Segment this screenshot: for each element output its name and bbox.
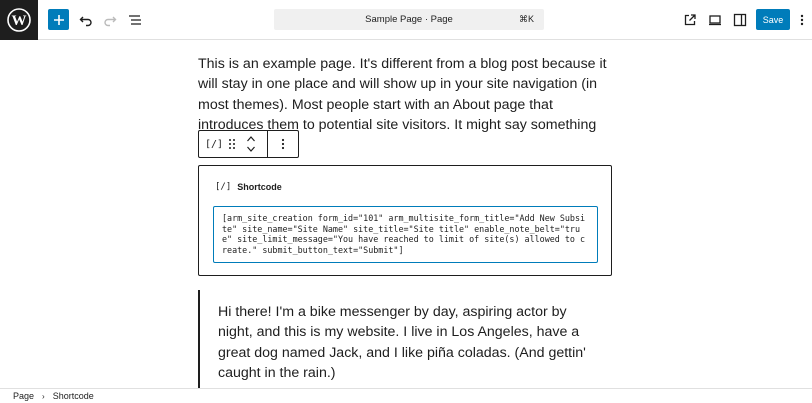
quote-text[interactable]: Hi there! I'm a bike messenger by day, a… <box>218 302 588 383</box>
shortcode-block[interactable]: [/] Shortcode [arm_site_creation form_id… <box>198 165 612 276</box>
wordpress-logo-icon[interactable]: W <box>0 0 38 40</box>
svg-text:W: W <box>12 13 27 29</box>
settings-sidebar-button[interactable] <box>729 9 751 31</box>
save-button[interactable]: Save <box>756 9 790 30</box>
toolbar-divider <box>267 131 268 157</box>
command-palette-bar[interactable]: Sample Page · Page ⌘K <box>274 9 544 30</box>
shortcode-label-text: Shortcode <box>237 182 282 192</box>
command-shortcut: ⌘K <box>518 14 534 24</box>
redo-icon <box>104 16 117 27</box>
shortcode-block-type-icon[interactable]: [/] <box>205 136 223 152</box>
move-up-down-button[interactable] <box>244 134 258 154</box>
paragraph-block[interactable]: This is an example page. It's different … <box>198 54 608 132</box>
shortcode-block-label: [/] Shortcode <box>215 182 282 192</box>
undo-button[interactable] <box>75 9 97 31</box>
list-view-icon <box>129 15 141 25</box>
chevron-up-down-icon <box>247 136 255 152</box>
document-title: Sample Page · Page <box>365 14 453 25</box>
breadcrumb-item-shortcode[interactable]: Shortcode <box>53 391 94 401</box>
more-vertical-icon <box>800 14 804 26</box>
block-options-button[interactable] <box>277 136 289 152</box>
sidebar-icon <box>733 13 747 27</box>
external-link-icon <box>684 14 696 26</box>
block-breadcrumb: Page › Shortcode <box>0 388 812 403</box>
options-menu-button[interactable] <box>795 9 809 31</box>
add-block-button[interactable] <box>48 9 69 30</box>
block-toolbar: [/] <box>198 130 299 158</box>
drag-handle-icon[interactable] <box>226 136 238 152</box>
undo-icon <box>79 16 92 27</box>
plus-icon <box>53 14 64 25</box>
document-overview-button[interactable] <box>124 9 146 31</box>
view-page-button[interactable] <box>679 9 701 31</box>
quote-block[interactable]: Hi there! I'm a bike messenger by day, a… <box>198 290 598 390</box>
more-vertical-icon <box>281 138 285 150</box>
preview-button[interactable] <box>704 9 726 31</box>
shortcode-textarea[interactable]: [arm_site_creation form_id="101" arm_mul… <box>213 206 598 263</box>
chevron-right-icon: › <box>42 391 45 401</box>
desktop-icon <box>709 15 721 26</box>
breadcrumb-item-page[interactable]: Page <box>13 391 34 401</box>
shortcode-icon: [/] <box>215 182 232 192</box>
redo-button[interactable] <box>99 9 121 31</box>
editor-header: W Sample Page · Page ⌘K Save <box>0 0 812 40</box>
